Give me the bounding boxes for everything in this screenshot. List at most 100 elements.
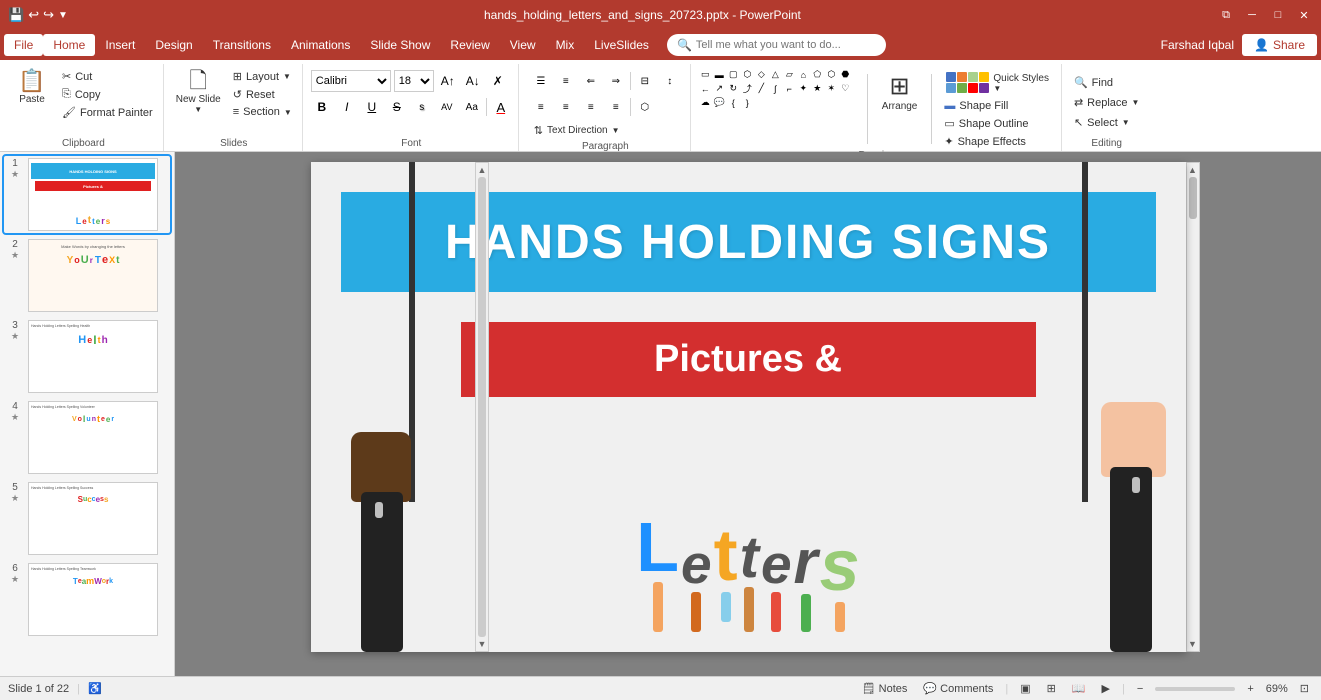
shadow-button[interactable]: s [411, 96, 433, 118]
shape-star5[interactable]: ★ [811, 82, 824, 95]
bullets-button[interactable]: ☰ [530, 70, 552, 92]
select-button[interactable]: ↖ Select ▼ [1070, 114, 1134, 131]
shape-star4[interactable]: ✦ [797, 82, 810, 95]
fit-slide-button[interactable]: ⊡ [1296, 681, 1313, 696]
menu-design[interactable]: Design [145, 34, 202, 56]
shape-curve[interactable]: ∫ [769, 82, 782, 95]
quick-styles-button[interactable]: Quick Styles ▼ [940, 68, 1055, 97]
v-scroll-right[interactable]: ▲ ▼ [1186, 162, 1200, 652]
shape-oct[interactable]: ⬣ [839, 68, 852, 81]
close-button[interactable]: ✕ [1295, 6, 1313, 24]
slide-thumb-3[interactable]: 3 ★ Hands Holding Letters Spelling Healt… [4, 318, 170, 395]
columns-button[interactable]: ⊟ [634, 70, 656, 92]
reading-view-button[interactable]: 📖 [1068, 681, 1090, 696]
text-direction-button[interactable]: ⇅ Text Direction ▼ [530, 122, 624, 139]
menu-review[interactable]: Review [440, 34, 499, 56]
layout-button[interactable]: ⊞ Layout ▼ [229, 68, 296, 85]
shape-arrow2[interactable]: ↗ [713, 82, 726, 95]
shape-brace1[interactable]: { [727, 96, 740, 109]
menu-insert[interactable]: Insert [95, 34, 145, 56]
scroll-down-arrow[interactable]: ▼ [478, 639, 487, 649]
normal-view-button[interactable]: ▣ [1016, 681, 1034, 696]
scroll-right-down[interactable]: ▼ [1188, 639, 1197, 649]
shape-elbow[interactable]: ⌐ [783, 82, 796, 95]
shape-rect[interactable]: ▭ [699, 68, 712, 81]
slide-thumb-4[interactable]: 4 ★ Hands Holding Letters Spelling Volun… [4, 399, 170, 476]
shape-hex[interactable]: ⬡ [825, 68, 838, 81]
slide-blue-banner[interactable]: HANDS HOLDING SIGNS [341, 192, 1156, 292]
shape-arrow1[interactable]: ← [699, 82, 712, 95]
slide-sorter-button[interactable]: ⊞ [1043, 681, 1060, 696]
align-right-button[interactable]: ≡ [580, 96, 602, 118]
v-scroll-left[interactable]: ▲ ▼ [475, 162, 489, 652]
reset-button[interactable]: ↺ Reset [229, 86, 296, 103]
new-slide-button[interactable]: 🗋 New Slide ▼ [172, 68, 225, 116]
format-painter-button[interactable]: 🖌 Format Painter [58, 104, 157, 121]
menu-liveslides[interactable]: LiveSlides [584, 34, 659, 56]
align-center-button[interactable]: ≡ [555, 96, 577, 118]
shape-trap[interactable]: ⌂ [797, 68, 810, 81]
shape-arrow3[interactable]: ↻ [727, 82, 740, 95]
minimize-button[interactable]: ─ [1243, 6, 1261, 24]
indent-decrease-button[interactable]: ⇐ [580, 70, 602, 92]
copy-button[interactable]: ⎘ Copy [58, 86, 157, 103]
redo-icon[interactable]: ↪ [43, 7, 54, 23]
restore-button[interactable]: ⧉ [1217, 6, 1235, 24]
menu-file[interactable]: File [4, 34, 43, 56]
comments-button[interactable]: 💬 Comments [919, 681, 997, 696]
italic-button[interactable]: I [336, 96, 358, 118]
shape-snip[interactable]: ⬡ [741, 68, 754, 81]
numbering-button[interactable]: ≡ [555, 70, 577, 92]
align-left-button[interactable]: ≡ [530, 96, 552, 118]
menu-home[interactable]: Home [43, 34, 95, 56]
bold-button[interactable]: B [311, 96, 333, 118]
shape-outline-button[interactable]: ▭ Shape Outline [940, 115, 1055, 132]
clear-format-button[interactable]: ✗ [487, 70, 509, 92]
shape-callout1[interactable]: 💬 [713, 96, 726, 109]
replace-button[interactable]: ⇄ Replace ▼ [1070, 94, 1144, 111]
menu-mix[interactable]: Mix [546, 34, 585, 56]
shape-cloud[interactable]: ☁ [699, 96, 712, 109]
decrease-font-button[interactable]: A↓ [462, 70, 484, 92]
scroll-right-thumb[interactable] [1189, 177, 1197, 219]
notes-button[interactable]: 🗒 Notes [858, 681, 912, 696]
menu-view[interactable]: View [500, 34, 546, 56]
cut-button[interactable]: ✂ Cut [58, 68, 157, 85]
slide-thumb-1[interactable]: 1 ★ HANDS HOLDING SIGNS Pictures & L e t… [4, 156, 170, 233]
shape-diamond[interactable]: ◇ [755, 68, 768, 81]
zoom-in-button[interactable]: + [1243, 682, 1257, 696]
scroll-up-arrow[interactable]: ▲ [478, 165, 487, 175]
shape-effects-button[interactable]: ✦ Shape Effects [940, 133, 1055, 150]
scroll-thumb[interactable] [478, 177, 486, 637]
share-button[interactable]: 👤 Share [1242, 34, 1317, 56]
scroll-right-up[interactable]: ▲ [1188, 165, 1197, 175]
menu-slideshow[interactable]: Slide Show [360, 34, 440, 56]
smartart-button[interactable]: ⬡ [634, 96, 656, 118]
menu-animations[interactable]: Animations [281, 34, 360, 56]
maximize-button[interactable]: □ [1269, 6, 1287, 24]
justify-button[interactable]: ≡ [605, 96, 627, 118]
underline-button[interactable]: U [361, 96, 383, 118]
save-icon[interactable]: 💾 [8, 7, 24, 23]
zoom-slider[interactable] [1155, 687, 1235, 691]
shape-rect2[interactable]: ▬ [713, 68, 726, 81]
shape-brace2[interactable]: } [741, 96, 754, 109]
shape-rounded[interactable]: ▢ [727, 68, 740, 81]
shape-line[interactable]: ╱ [755, 82, 768, 95]
shape-parallelogram[interactable]: ▱ [783, 68, 796, 81]
shape-triangle[interactable]: △ [769, 68, 782, 81]
find-button[interactable]: 🔍 Find [1070, 74, 1117, 91]
shape-pentagon[interactable]: ⬠ [811, 68, 824, 81]
zoom-out-button[interactable]: − [1133, 682, 1147, 696]
undo-icon[interactable]: ↩ [28, 7, 39, 23]
strikethrough-button[interactable]: S [386, 96, 408, 118]
case-button[interactable]: Aa [461, 96, 483, 118]
shape-heart[interactable]: ♡ [839, 82, 852, 95]
shape-fill-button[interactable]: ▬ Shape Fill [940, 98, 1055, 114]
shape-star6[interactable]: ✶ [825, 82, 838, 95]
slide-red-banner[interactable]: Pictures & [461, 322, 1036, 397]
slide-thumb-5[interactable]: 5 ★ Hands Holding Letters Spelling Succe… [4, 480, 170, 557]
customize-icon[interactable]: ▼ [58, 10, 68, 21]
slide-thumb-6[interactable]: 6 ★ Hands Holding Letters Spelling Teamw… [4, 561, 170, 638]
char-spacing-button[interactable]: AV [436, 96, 458, 118]
